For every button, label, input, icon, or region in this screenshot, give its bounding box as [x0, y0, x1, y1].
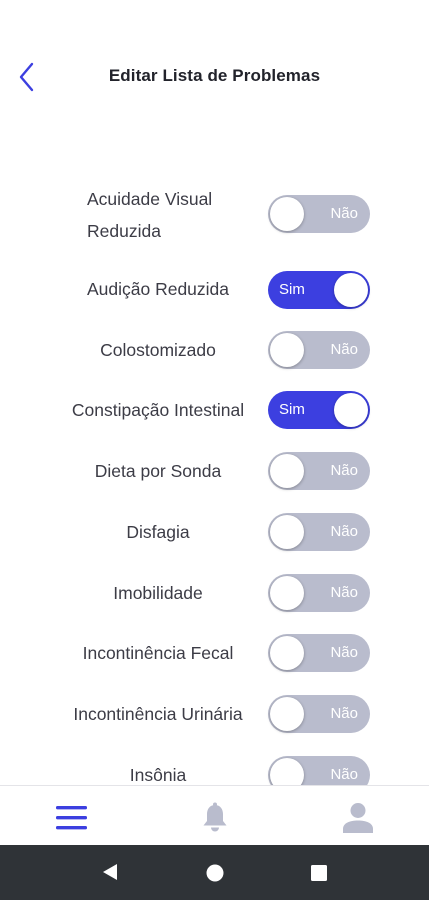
problem-label: Insônia	[129, 765, 187, 785]
problem-list: Acuidade Visual Reduzida Não Audição Red…	[0, 0, 429, 785]
problem-label: Incontinência Fecal	[82, 643, 234, 663]
problem-label: Audição Reduzida	[86, 279, 230, 299]
bottom-tab-bar	[0, 785, 429, 846]
problem-label-line1: Acuidade Visual	[40, 182, 287, 216]
problem-label-line2: Reduzida	[40, 214, 287, 248]
toggle-knob	[270, 576, 304, 610]
problem-toggle[interactable]: Não	[268, 195, 370, 233]
toggle-state: Sim	[279, 281, 305, 298]
problem-toggle[interactable]: Sim	[268, 271, 370, 309]
problem-toggle[interactable]: Não	[268, 513, 370, 551]
toggle-knob	[270, 454, 304, 488]
problem-label: Disfagia	[126, 522, 190, 542]
nav-home-icon[interactable]	[205, 863, 225, 883]
problem-label-part: Reduzida	[87, 221, 161, 241]
problem-toggle[interactable]: Não	[268, 574, 370, 612]
problem-label: Dieta por Sonda	[94, 461, 222, 481]
system-navigation-bar	[0, 845, 429, 900]
tab-profile[interactable]	[286, 786, 429, 846]
toggle-state: Sim	[279, 401, 305, 418]
toggle-state: Não	[330, 523, 358, 540]
problem-toggle[interactable]: Sim	[268, 391, 370, 429]
toggle-knob	[334, 393, 368, 427]
nav-recents-icon[interactable]	[309, 863, 329, 883]
toggle-state: Não	[330, 341, 358, 358]
bell-icon	[203, 802, 227, 832]
problem-label: Incontinência Urinária	[73, 704, 243, 724]
problem-label: Imobilidade	[113, 583, 203, 603]
tab-menu[interactable]	[0, 786, 143, 846]
toggle-knob	[334, 273, 368, 307]
problem-toggle[interactable]: Não	[268, 634, 370, 672]
nav-back-icon[interactable]	[100, 862, 120, 882]
toggle-state: Não	[330, 462, 358, 479]
problem-toggle[interactable]: Não	[268, 756, 370, 785]
toggle-knob	[270, 636, 304, 670]
problem-label-part: Acuidade Visual	[87, 189, 213, 209]
toggle-knob	[270, 758, 304, 785]
toggle-knob	[270, 333, 304, 367]
toggle-knob	[270, 515, 304, 549]
toggle-knob	[270, 697, 304, 731]
person-icon	[343, 803, 373, 833]
problem-label: Constipação Intestinal	[71, 400, 245, 420]
toggle-knob	[270, 197, 304, 231]
problem-toggle[interactable]: Não	[268, 452, 370, 490]
tab-notifications[interactable]	[143, 786, 286, 846]
problem-label: Colostomizado	[100, 340, 216, 360]
toggle-state: Não	[330, 705, 358, 722]
toggle-state: Não	[330, 205, 358, 222]
toggle-state: Não	[330, 766, 358, 783]
problem-toggle[interactable]: Não	[268, 331, 370, 369]
problem-toggle[interactable]: Não	[268, 695, 370, 733]
toggle-state: Não	[330, 644, 358, 661]
menu-icon	[56, 806, 87, 830]
toggle-state: Não	[330, 584, 358, 601]
